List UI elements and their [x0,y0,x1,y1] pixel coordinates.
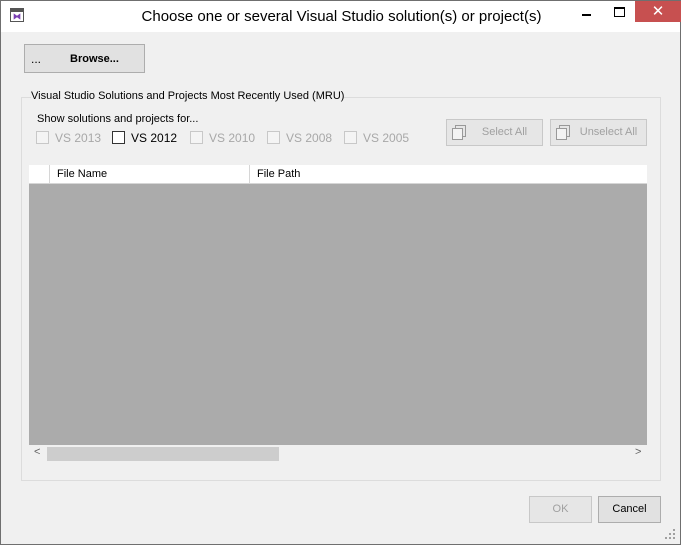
show-for-label: Show solutions and projects for... [37,113,199,125]
browse-label: Browse... [70,53,119,65]
maximize-icon [613,7,625,18]
mru-group-title: Visual Studio Solutions and Projects Mos… [31,90,345,102]
column-separator[interactable] [249,165,250,183]
scroll-left-icon[interactable]: < [34,446,40,458]
checkbox-box[interactable] [36,131,49,144]
browse-dots: ... [31,52,42,66]
minimize-icon [581,14,591,17]
checkbox-box[interactable] [344,131,357,144]
column-file-path[interactable]: File Path [257,168,300,180]
horizontal-scrollbar[interactable]: < > [29,445,647,463]
ok-button[interactable]: OK [529,496,592,523]
checkbox-box[interactable] [267,131,280,144]
close-icon: ✕ [651,3,665,20]
checkbox-label: VS 2005 [363,131,410,145]
scrollbar-thumb[interactable] [47,447,279,461]
maximize-button[interactable] [604,1,634,22]
select-all-label: Select All [481,126,528,138]
checkbox-box[interactable] [190,131,203,144]
dialog-window: ⧓ Choose one or several Visual Studio so… [0,0,681,545]
unselect-all-label: Unselect All [579,126,638,138]
scroll-right-icon[interactable]: > [635,446,641,458]
checkbox-label: VS 2010 [209,131,256,145]
checkbox-box[interactable] [112,131,125,144]
column-file-name[interactable]: File Name [57,168,107,180]
checkbox-label: VS 2008 [286,131,333,145]
mru-file-grid[interactable]: File Name File Path < > [29,165,647,463]
resize-grip-icon[interactable] [665,529,677,541]
browse-button[interactable]: ... Browse... [24,44,145,73]
minimize-button[interactable] [571,1,601,22]
close-button[interactable]: ✕ [635,1,681,22]
checkbox-label: VS 2012 [131,131,178,145]
column-separator[interactable] [49,165,50,183]
grid-header: File Name File Path [29,165,647,184]
unselect-all-button[interactable]: Unselect All [550,119,647,146]
checkbox-label: VS 2013 [55,131,102,145]
cancel-button[interactable]: Cancel [598,496,661,523]
select-all-button[interactable]: Select All [446,119,543,146]
title-bar[interactable]: ⧓ Choose one or several Visual Studio so… [1,1,681,32]
